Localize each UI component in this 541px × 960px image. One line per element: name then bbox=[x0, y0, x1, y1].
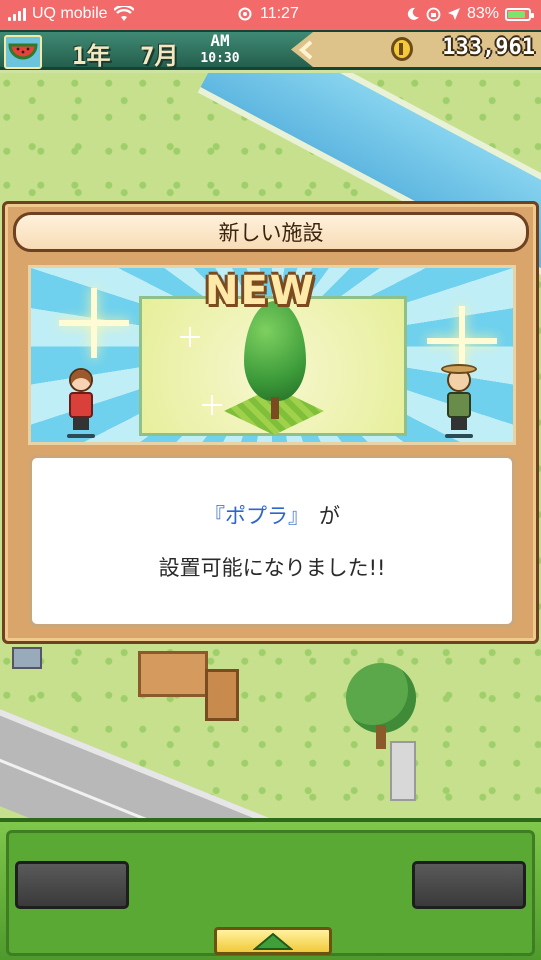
game-clock: AM 10:30 bbox=[194, 31, 246, 66]
message-particle: が bbox=[319, 504, 340, 528]
game-year: 1年 bbox=[72, 42, 111, 70]
facility-name: 『ポプラ』 bbox=[204, 504, 309, 528]
message-box: 『ポプラ』 が 設置可能になりました!! bbox=[29, 455, 515, 627]
money-amount: 133,961 bbox=[442, 35, 535, 60]
new-facility-dialog[interactable]: 新しい施設 NEW 『ポプラ』 が 設置可能になりました!! bbox=[2, 201, 539, 644]
signboard bbox=[205, 669, 239, 721]
left-slot-button[interactable] bbox=[15, 861, 129, 909]
dialog-title: 新しい施設 bbox=[13, 212, 529, 252]
coin-icon bbox=[391, 37, 413, 61]
facility-preview bbox=[139, 296, 407, 436]
toolbar-panel bbox=[6, 830, 535, 956]
game-top-bar: 1年 7月 AM 10:30 133,961 bbox=[0, 30, 541, 70]
battery-icon bbox=[505, 7, 534, 21]
new-badge: NEW bbox=[205, 268, 316, 314]
rotation-lock-icon bbox=[426, 7, 441, 21]
message-line-2: 設置可能になりました!! bbox=[158, 556, 386, 580]
money-panel: 133,961 bbox=[291, 32, 541, 67]
new-facility-banner: NEW bbox=[28, 265, 516, 445]
wifi-icon bbox=[113, 6, 134, 21]
vending-machine bbox=[390, 741, 416, 801]
carrier-label: UQ mobile bbox=[32, 5, 108, 22]
status-bar: UQ mobile 11:27 83% bbox=[0, 0, 541, 30]
back-arrow-icon[interactable] bbox=[297, 40, 317, 60]
expand-menu-button[interactable] bbox=[214, 927, 332, 955]
boy-character bbox=[439, 364, 479, 442]
message-line-1: 『ポプラ』 が bbox=[204, 500, 340, 530]
game-month: 7月 bbox=[140, 42, 179, 70]
right-slot-button[interactable] bbox=[412, 861, 526, 909]
sparkle-icon bbox=[180, 327, 200, 347]
mailbox bbox=[12, 647, 42, 669]
ampm-label: AM bbox=[210, 31, 230, 50]
battery-percent: 83% bbox=[466, 5, 499, 22]
map-tree bbox=[346, 663, 416, 753]
status-time: 11:27 bbox=[260, 5, 299, 22]
poplar-tree-icon bbox=[244, 301, 306, 419]
alarm-icon bbox=[238, 7, 252, 21]
watermelon-icon bbox=[8, 43, 38, 60]
menu-button[interactable] bbox=[4, 35, 42, 69]
girl-character bbox=[61, 364, 101, 442]
moon-icon bbox=[407, 7, 419, 20]
location-icon bbox=[447, 8, 460, 20]
sparkle-icon bbox=[202, 395, 222, 415]
bottom-toolbar bbox=[0, 818, 541, 960]
sparkle-icon bbox=[59, 288, 129, 358]
signal-icon bbox=[8, 7, 26, 21]
up-triangle-icon bbox=[253, 932, 293, 950]
clock-time: 10:30 bbox=[200, 51, 240, 66]
stall-building bbox=[138, 651, 208, 697]
